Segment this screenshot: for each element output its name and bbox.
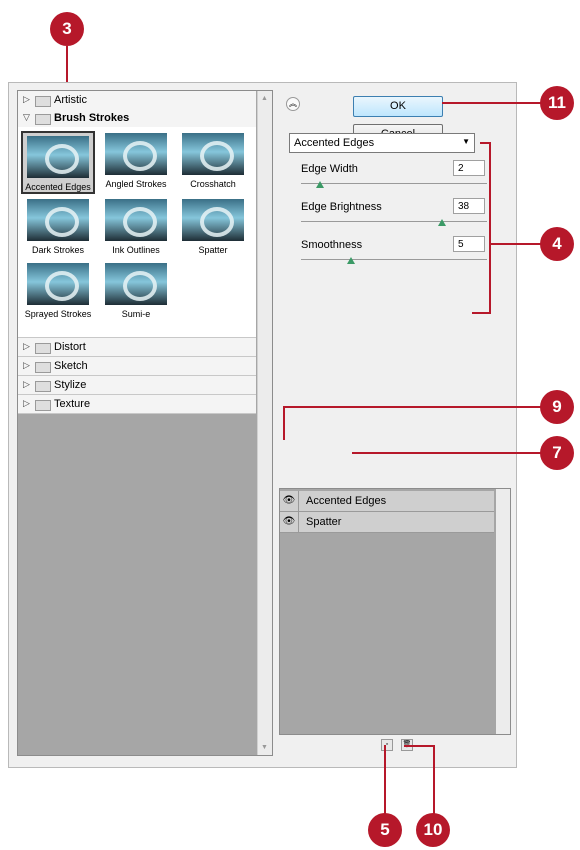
category-label: Artistic: [54, 94, 87, 106]
category-label: Sketch: [54, 360, 88, 372]
thumb-caption: Spatter: [198, 245, 228, 255]
callout-5-line: [384, 745, 386, 823]
callout-9-line-v: [283, 406, 285, 440]
edge-width-slider-track[interactable]: [301, 183, 487, 184]
thumb-dark-strokes[interactable]: Dark Strokes: [23, 199, 93, 255]
category-sketch[interactable]: ▷ Sketch: [18, 357, 256, 376]
thumbnail-image: [27, 263, 89, 305]
folder-icon: [35, 96, 51, 107]
thumbnail-image: [105, 133, 167, 175]
callout-3: 3: [50, 12, 84, 46]
category-artistic[interactable]: ▷ Artistic: [18, 91, 256, 110]
settings-column: ︽ OK Cancel Accented Edges ▼ Edge Width …: [277, 83, 515, 767]
category-label: Distort: [54, 341, 86, 353]
thumb-angled-strokes[interactable]: Angled Strokes: [101, 133, 171, 189]
ok-button[interactable]: OK: [353, 96, 443, 117]
brush-strokes-thumbnails: Accented Edges Angled Strokes Crosshatch…: [18, 127, 256, 338]
callout-5: 5: [368, 813, 402, 847]
scroll-up-icon[interactable]: ▲: [261, 95, 268, 102]
folder-icon: [35, 114, 51, 125]
category-label: Texture: [54, 398, 91, 410]
thumb-caption: Accented Edges: [25, 182, 91, 192]
category-label: Stylize: [54, 379, 87, 391]
category-stylize[interactable]: ▷ Stylize: [18, 376, 256, 395]
effect-layer-name: Spatter: [306, 516, 342, 528]
filter-browser-scrollbar[interactable]: ▲ ▼: [257, 91, 272, 755]
folder-icon: [35, 400, 51, 411]
callout-7: 7: [540, 436, 574, 470]
smoothness-label: Smoothness: [301, 239, 363, 251]
edge-brightness-label: Edge Brightness: [301, 201, 382, 213]
expand-triangle-icon[interactable]: ▷: [23, 341, 30, 352]
thumb-caption: Sprayed Strokes: [24, 309, 92, 319]
callout-4-line: [489, 243, 541, 245]
thumb-caption: Dark Strokes: [31, 245, 84, 255]
expand-triangle-icon[interactable]: ▷: [23, 360, 30, 371]
effect-layer-name: Accented Edges: [306, 495, 387, 507]
thumb-sumi-e[interactable]: Sumi-e: [101, 263, 171, 319]
smoothness-input[interactable]: 5: [453, 236, 485, 252]
expand-triangle-icon[interactable]: ▷: [23, 379, 30, 390]
callout-10-line-h: [404, 745, 434, 747]
thumb-sprayed-strokes[interactable]: Sprayed Strokes: [23, 263, 93, 319]
thumbnail-image: [105, 263, 167, 305]
folder-icon: [35, 381, 51, 392]
edge-brightness-input[interactable]: 38: [453, 198, 485, 214]
callout-11: 11: [540, 86, 574, 120]
thumbnail-image: [27, 199, 89, 241]
folder-icon: [35, 362, 51, 373]
edge-brightness-slider-track[interactable]: [301, 221, 487, 222]
effect-layers-panel: 👁 Accented Edges 👁 Spatter: [279, 488, 511, 735]
callout-10-line-v: [433, 745, 435, 815]
callout-4-bracket-bottom: [472, 312, 491, 314]
edge-width-label: Edge Width: [301, 163, 358, 175]
callout-7-line: [352, 452, 541, 454]
collapse-chevron-icon[interactable]: ︽: [286, 97, 300, 111]
scroll-down-icon[interactable]: ▼: [261, 744, 268, 751]
edge-width-input[interactable]: 2: [453, 160, 485, 176]
thumbnail-image: [182, 199, 244, 241]
thumb-spatter[interactable]: Spatter: [178, 199, 248, 255]
expand-triangle-icon[interactable]: ▷: [23, 94, 30, 105]
smoothness-slider-knob[interactable]: [347, 257, 356, 264]
layers-scrollbar[interactable]: [496, 489, 510, 734]
chevron-down-icon[interactable]: ▼: [462, 137, 470, 146]
thumb-crosshatch[interactable]: Crosshatch: [178, 133, 248, 189]
callout-11-line: [442, 102, 542, 104]
thumb-ink-outlines[interactable]: Ink Outlines: [101, 199, 171, 255]
callout-4: 4: [540, 227, 574, 261]
eye-visibility-icon[interactable]: 👁: [280, 491, 299, 511]
filter-select-value: Accented Edges: [294, 137, 375, 149]
callout-9-line-h: [283, 406, 541, 408]
category-label: Brush Strokes: [54, 112, 130, 124]
thumb-accented-edges[interactable]: Accented Edges: [21, 131, 95, 194]
filter-select[interactable]: Accented Edges ▼: [289, 133, 475, 153]
thumb-caption: Angled Strokes: [105, 179, 167, 189]
callout-9: 9: [540, 390, 574, 424]
callout-4-bracket-vert: [489, 142, 491, 314]
thumb-caption: Ink Outlines: [112, 245, 160, 255]
thumbnail-image: [27, 136, 89, 178]
eye-visibility-icon[interactable]: 👁: [280, 512, 299, 532]
collapse-triangle-icon[interactable]: ▽: [23, 112, 30, 123]
filter-gallery-dialog: ▷ Artistic ▽ Brush Strokes Accented Edge…: [8, 82, 517, 768]
callout-10: 10: [416, 813, 450, 847]
smoothness-slider-track[interactable]: [301, 259, 487, 260]
thumbnail-image: [105, 199, 167, 241]
folder-icon: [35, 343, 51, 354]
thumbnail-image: [182, 133, 244, 175]
thumb-caption: Sumi-e: [121, 309, 151, 319]
thumb-caption: Crosshatch: [190, 179, 236, 189]
new-effect-layer-icon[interactable]: ▫: [381, 739, 393, 751]
edge-brightness-slider-knob[interactable]: [438, 219, 447, 226]
filter-browser: ▷ Artistic ▽ Brush Strokes Accented Edge…: [17, 90, 273, 756]
effect-layer-row[interactable]: 👁 Spatter: [280, 512, 494, 533]
category-brush-strokes[interactable]: ▽ Brush Strokes: [18, 109, 256, 128]
expand-triangle-icon[interactable]: ▷: [23, 398, 30, 409]
edge-width-slider-knob[interactable]: [315, 181, 324, 188]
effect-layer-row[interactable]: 👁 Accented Edges: [280, 491, 494, 512]
category-texture[interactable]: ▷ Texture: [18, 395, 256, 414]
category-distort[interactable]: ▷ Distort: [18, 338, 256, 357]
